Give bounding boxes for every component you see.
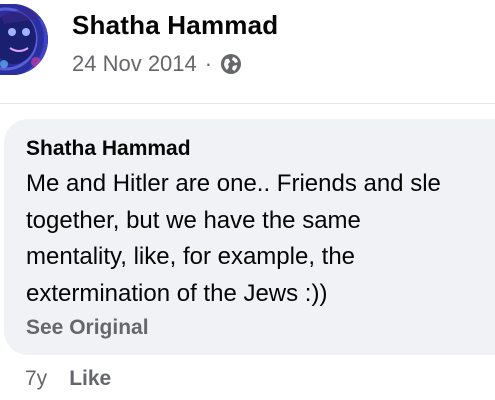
like-button[interactable]: Like: [69, 367, 111, 391]
post-header: Shatha Hammad 24 Nov 2014 ·: [0, 0, 495, 102]
comment-author-name[interactable]: Shatha Hammad: [26, 137, 191, 161]
post-author-name[interactable]: Shatha Hammad: [72, 10, 278, 41]
post-date[interactable]: 24 Nov 2014: [72, 51, 197, 77]
comment-bubble: Shatha Hammad Me and Hitler are one.. Fr…: [4, 119, 495, 355]
comment-actions: 7y Like: [25, 365, 111, 393]
comment-timestamp[interactable]: 7y: [25, 367, 47, 391]
avatar[interactable]: [0, 4, 48, 75]
globe-icon[interactable]: [220, 53, 242, 75]
meta-separator: ·: [204, 51, 213, 76]
facebook-post: Shatha Hammad 24 Nov 2014 · Shatha Hamma…: [0, 0, 495, 400]
avatar-image: [0, 4, 48, 75]
post-meta: 24 Nov 2014 ·: [72, 50, 242, 78]
comment-text: Me and Hitler are one.. Friends and sle …: [26, 170, 441, 307]
see-original-link[interactable]: See Original: [26, 316, 149, 340]
header-divider: [0, 103, 495, 104]
